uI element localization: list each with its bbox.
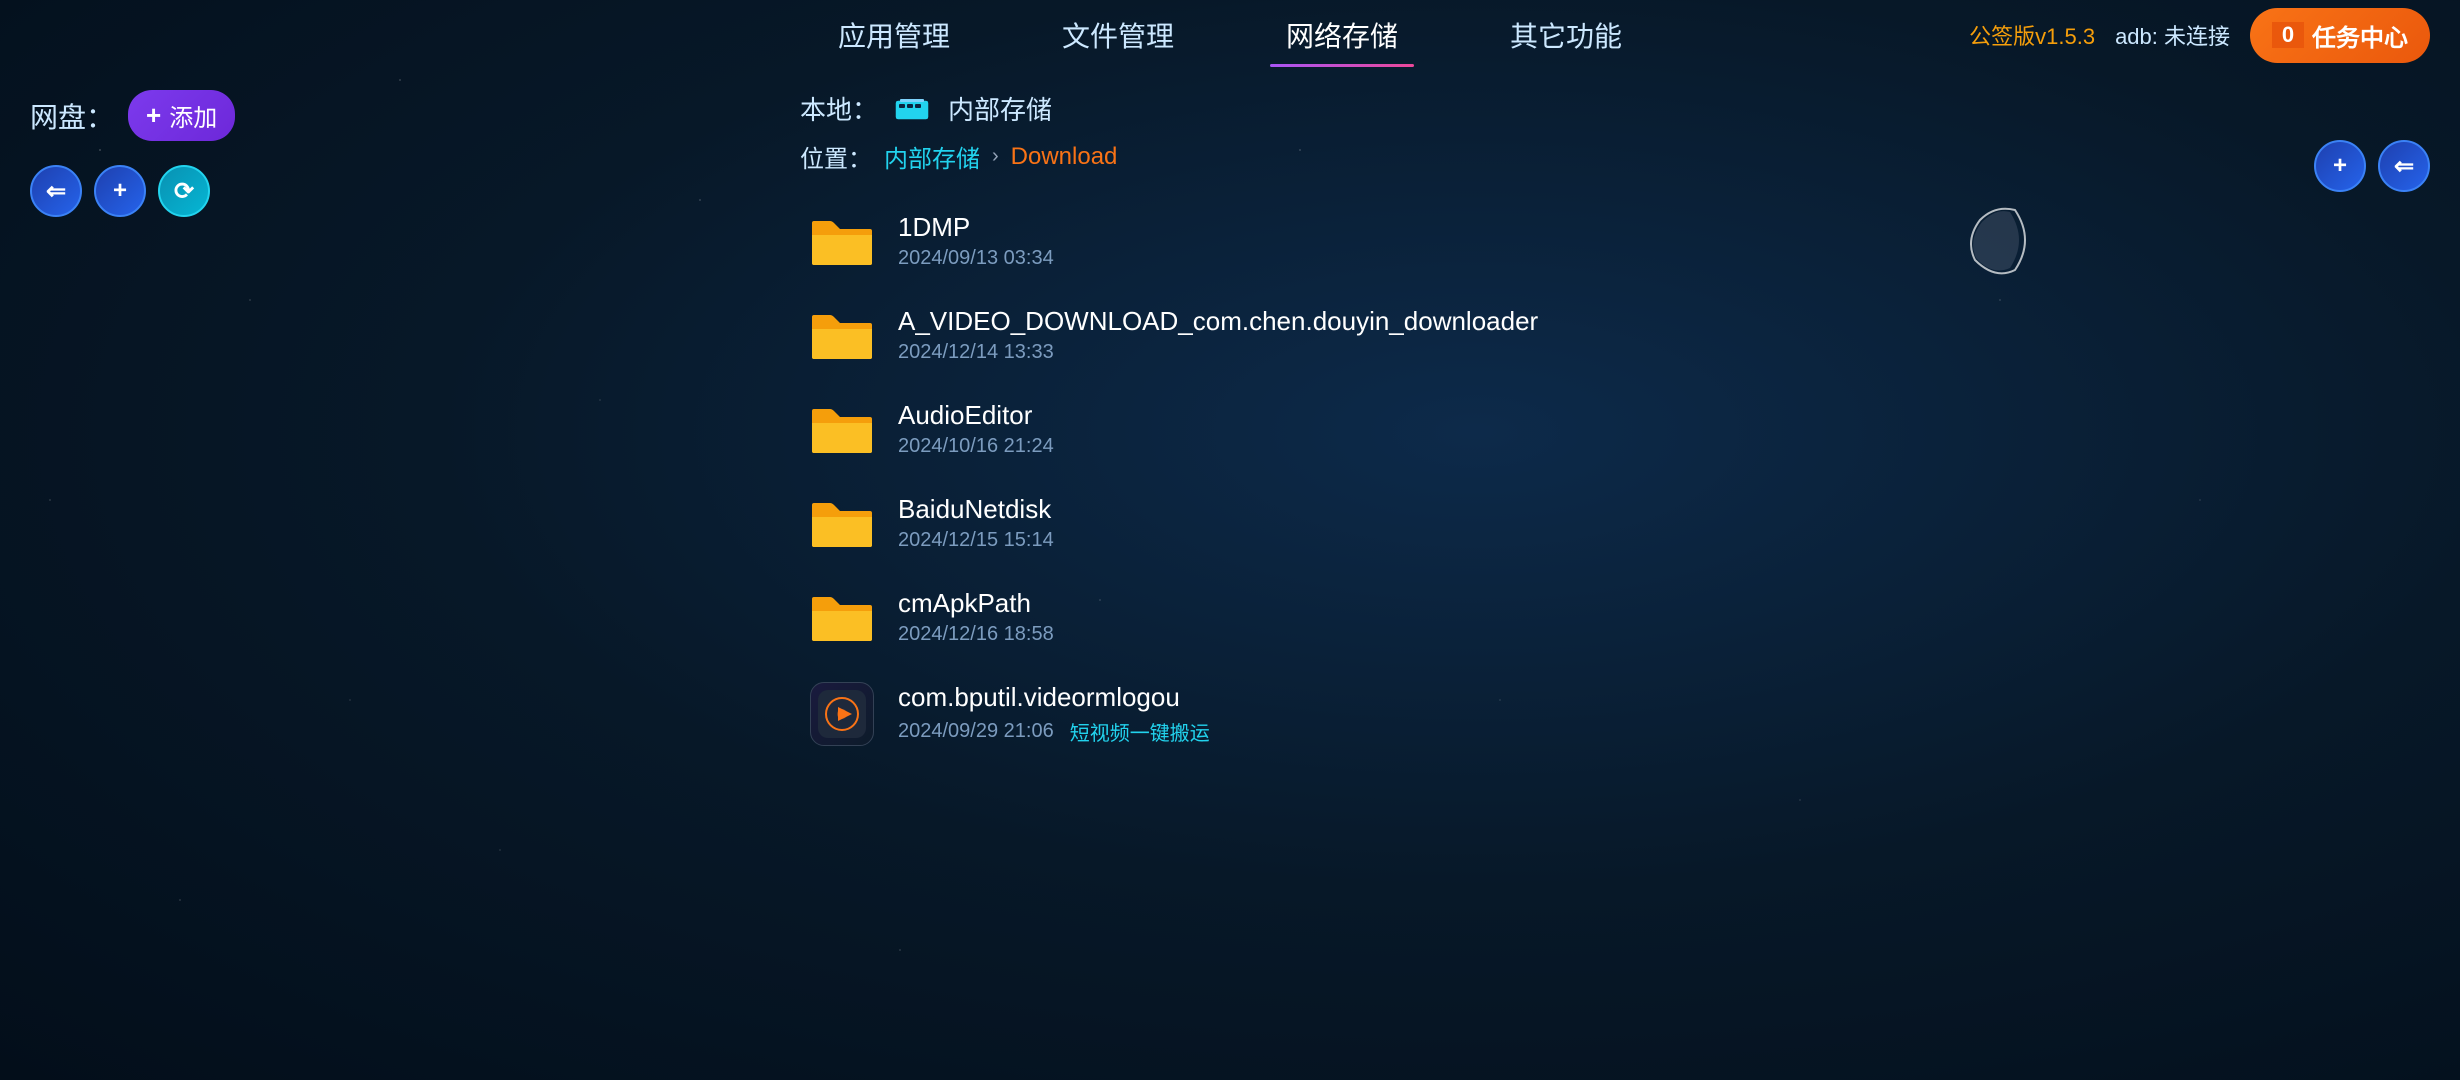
top-nav: 应用管理 文件管理 网络存储 其它功能 公签版v1.5.3 adb: 未连接 0…: [0, 0, 2460, 70]
file-info: AudioEditor 2024/10/16 21:24: [898, 400, 1054, 458]
add-netdisk-button[interactable]: + 添加: [128, 90, 235, 141]
file-list: 1DMP 2024/09/13 03:34 A_VIDEO_DOWNLOAD_c…: [780, 194, 2260, 764]
file-meta: 2024/09/29 21:06 短视频一键搬运: [898, 717, 1210, 746]
back-button-left[interactable]: ⇐: [30, 165, 82, 217]
file-meta: 2024/12/16 18:58: [898, 623, 1054, 646]
file-info: cmApkPath 2024/12/16 18:58: [898, 588, 1054, 646]
main-content: 本地： 内部存储 位置： 内部存储 › Download: [780, 70, 2260, 1080]
file-name: com.bputil.videormlogou: [898, 682, 1210, 713]
file-info: BaiduNetdisk 2024/12/15 15:14: [898, 494, 1054, 552]
file-meta: 2024/10/16 21:24: [898, 435, 1054, 458]
file-info: com.bputil.videormlogou 2024/09/29 21:06…: [898, 682, 1210, 746]
app-icon: [810, 682, 874, 746]
storage-selector[interactable]: 内部存储: [894, 90, 1052, 127]
breadcrumb-root[interactable]: 内部存储: [884, 139, 980, 174]
local-label: 本地：: [800, 90, 878, 127]
folder-icon: [810, 403, 874, 455]
list-item[interactable]: 1DMP 2024/09/13 03:34: [800, 194, 2240, 288]
plus-button-right[interactable]: +: [2314, 140, 2366, 192]
refresh-icon-left: ⟳: [174, 177, 194, 206]
folder-icon: [810, 309, 874, 361]
nav-item-other-features[interactable]: 其它功能: [1494, 7, 1638, 63]
task-center-label: 任务中心: [2312, 18, 2408, 53]
list-item[interactable]: AudioEditor 2024/10/16 21:24: [800, 382, 2240, 476]
breadcrumb-label: 位置：: [800, 139, 872, 174]
breadcrumb-current: Download: [1011, 143, 1118, 171]
add-label: 添加: [169, 98, 217, 133]
plus-button-left[interactable]: +: [94, 165, 146, 217]
local-storage-bar: 本地： 内部存储: [780, 90, 2260, 127]
folder-icon: [810, 497, 874, 549]
version-text: 公签版v1.5.3: [1969, 19, 2095, 51]
back-button-right[interactable]: ⇐: [2378, 140, 2430, 192]
breadcrumb-separator: ›: [992, 145, 999, 168]
nav-item-file-manage[interactable]: 文件管理: [1046, 7, 1190, 63]
back-icon-left: ⇐: [46, 177, 66, 206]
file-date: 2024/09/13 03:34: [898, 247, 1054, 270]
file-name: cmApkPath: [898, 588, 1054, 619]
file-meta: 2024/09/13 03:34: [898, 247, 1054, 270]
file-name: AudioEditor: [898, 400, 1054, 431]
storage-device-icon: [894, 95, 930, 123]
left-controls: ⇐ + ⟳: [30, 165, 370, 217]
netdisk-header: 网盘： + 添加: [30, 90, 370, 141]
file-meta: 2024/12/15 15:14: [898, 529, 1054, 552]
storage-name: 内部存储: [948, 90, 1052, 127]
file-date: 2024/12/15 15:14: [898, 529, 1054, 552]
right-controls: + ⇐: [2314, 140, 2430, 192]
back-icon-right: ⇐: [2394, 152, 2414, 181]
nav-item-network-storage[interactable]: 网络存储: [1270, 7, 1414, 63]
task-center-button[interactable]: 0 任务中心: [2250, 8, 2430, 63]
file-date: 2024/10/16 21:24: [898, 435, 1054, 458]
file-info: 1DMP 2024/09/13 03:34: [898, 212, 1054, 270]
list-item[interactable]: com.bputil.videormlogou 2024/09/29 21:06…: [800, 664, 2240, 764]
right-panel: + ⇐: [2260, 70, 2460, 212]
file-name: 1DMP: [898, 212, 1054, 243]
plus-icon-left: +: [113, 177, 127, 205]
file-info: A_VIDEO_DOWNLOAD_com.chen.douyin_downloa…: [898, 306, 1538, 364]
file-date: 2024/12/14 13:33: [898, 341, 1054, 364]
breadcrumb: 位置： 内部存储 › Download: [780, 139, 2260, 174]
folder-icon: [810, 591, 874, 643]
nav-item-app-manage[interactable]: 应用管理: [822, 7, 966, 63]
list-item[interactable]: cmApkPath 2024/12/16 18:58: [800, 570, 2240, 664]
file-name: A_VIDEO_DOWNLOAD_com.chen.douyin_downloa…: [898, 306, 1538, 337]
file-date: 2024/12/16 18:58: [898, 623, 1054, 646]
folder-icon: [810, 215, 874, 267]
left-panel: 网盘： + 添加 ⇐ + ⟳: [0, 70, 400, 237]
plus-icon-right: +: [2333, 152, 2347, 180]
task-count-badge: 0: [2272, 22, 2304, 48]
file-tag: 短视频一键搬运: [1070, 717, 1210, 746]
file-date: 2024/09/29 21:06: [898, 720, 1054, 743]
refresh-button-left[interactable]: ⟳: [158, 165, 210, 217]
adb-status: adb: 未连接: [2115, 19, 2230, 51]
list-item[interactable]: BaiduNetdisk 2024/12/15 15:14: [800, 476, 2240, 570]
netdisk-label: 网盘：: [30, 96, 114, 136]
file-name: BaiduNetdisk: [898, 494, 1054, 525]
list-item[interactable]: A_VIDEO_DOWNLOAD_com.chen.douyin_downloa…: [800, 288, 2240, 382]
nav-right: 公签版v1.5.3 adb: 未连接 0 任务中心: [1969, 0, 2430, 70]
file-meta: 2024/12/14 13:33: [898, 341, 1538, 364]
add-plus-icon: +: [146, 100, 161, 131]
